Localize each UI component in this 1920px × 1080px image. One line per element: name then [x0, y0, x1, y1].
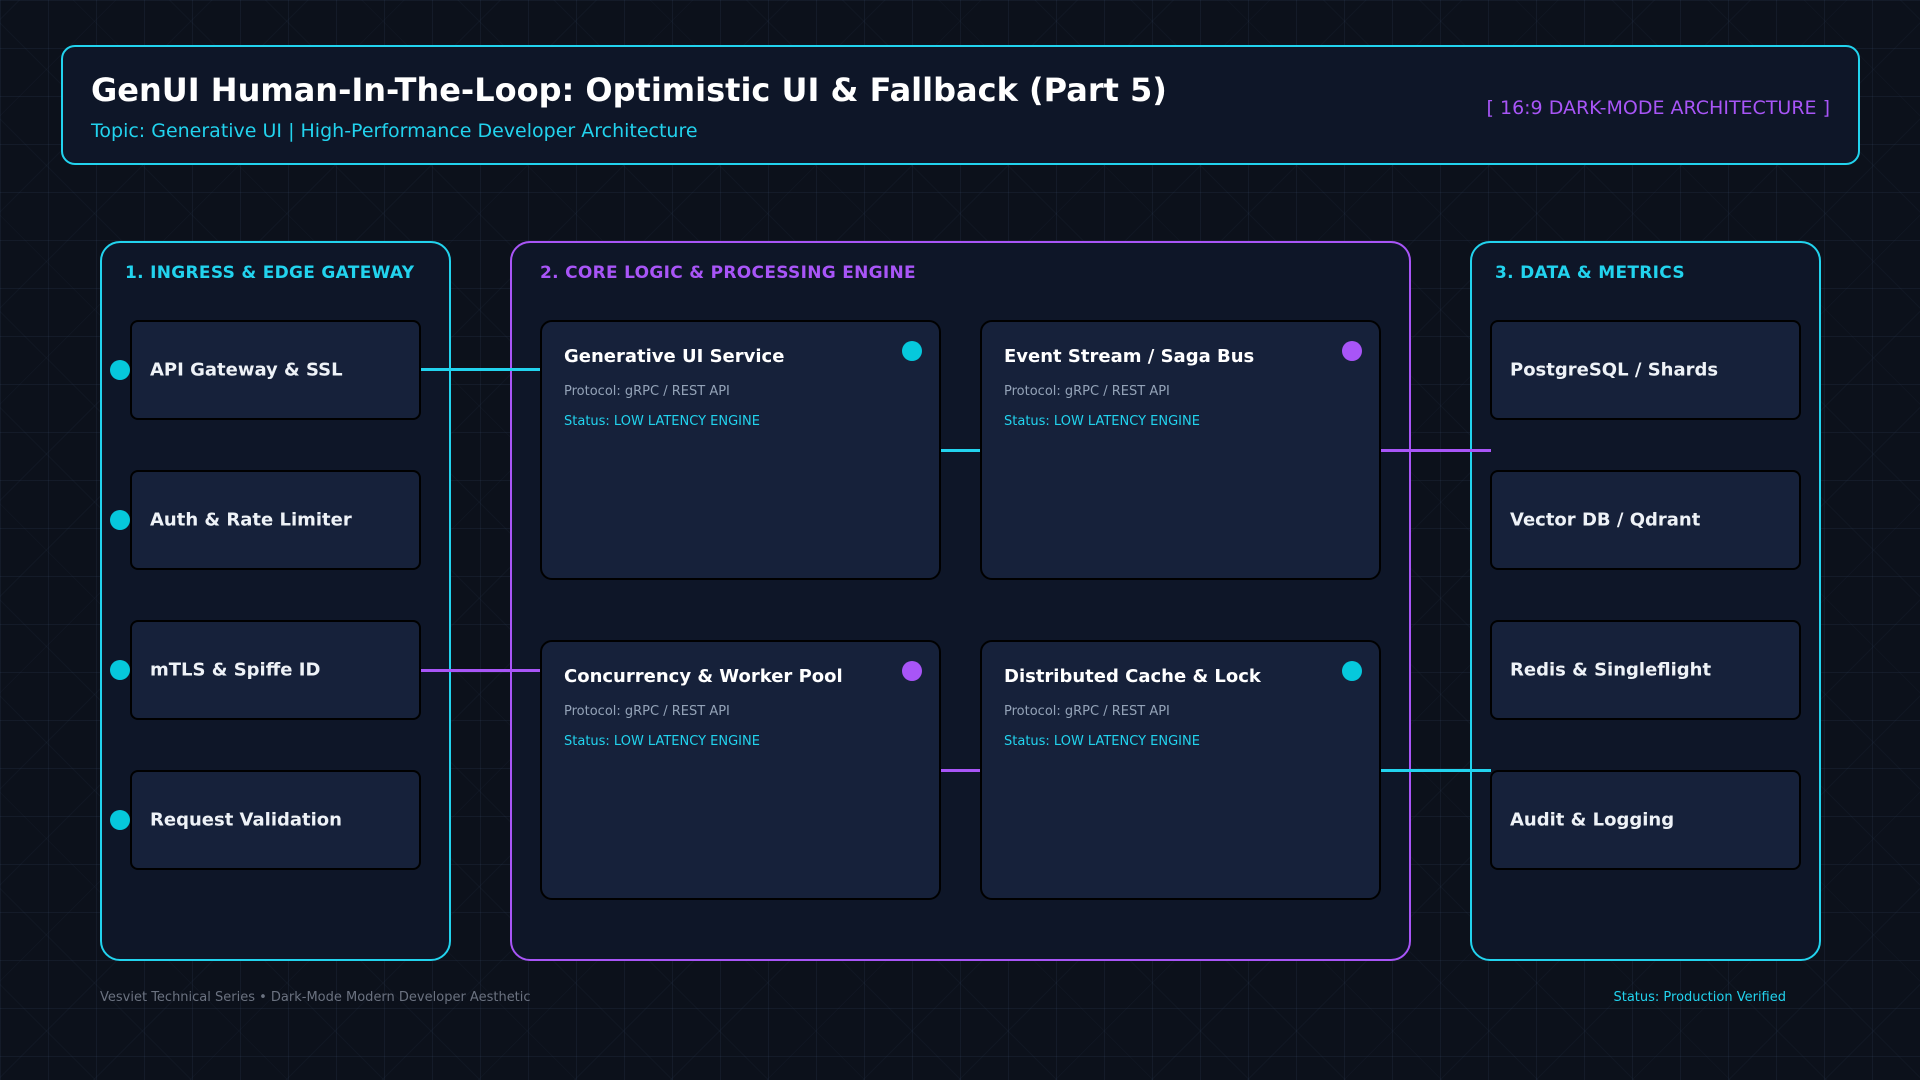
- panel-ingress-title: 1. INGRESS & EDGE GATEWAY: [125, 263, 415, 283]
- card-redis[interactable]: Redis & Singleflight: [1490, 620, 1801, 720]
- header-banner: GenUI Human-In-The-Loop: Optimistic UI &…: [61, 45, 1860, 165]
- connector-concurrency-to-cache: [939, 769, 982, 772]
- status-dot-icon: [1342, 341, 1362, 361]
- connector-gateway-to-genui: [420, 368, 542, 371]
- service-protocol: Protocol: gRPC / REST API: [564, 704, 730, 719]
- card-request-validation[interactable]: Request Validation: [130, 770, 421, 870]
- service-event-stream[interactable]: Event Stream / Saga Bus Protocol: gRPC /…: [980, 320, 1381, 580]
- footer-credit: Vesviet Technical Series • Dark-Mode Mod…: [100, 990, 531, 1005]
- card-audit-logging[interactable]: Audit & Logging: [1490, 770, 1801, 870]
- card-mtls-spiffe[interactable]: mTLS & Spiffe ID: [130, 620, 421, 720]
- service-status: Status: LOW LATENCY ENGINE: [564, 414, 760, 429]
- format-badge: [ 16:9 DARK-MODE ARCHITECTURE ]: [1486, 97, 1830, 119]
- panel-core-title: 2. CORE LOGIC & PROCESSING ENGINE: [540, 263, 916, 283]
- connector-mtls-to-concurrency: [420, 669, 542, 672]
- connector-eventstream-to-data: [1379, 449, 1491, 452]
- connector-genui-to-eventstream: [939, 449, 982, 452]
- service-title: Distributed Cache & Lock: [1004, 666, 1261, 687]
- footer-status: Status: Production Verified: [1613, 990, 1786, 1005]
- service-status: Status: LOW LATENCY ENGINE: [1004, 414, 1200, 429]
- panel-data-metrics-title: 3. DATA & METRICS: [1495, 263, 1685, 283]
- status-dot-icon: [110, 510, 130, 530]
- card-label: mTLS & Spiffe ID: [150, 659, 321, 681]
- card-postgresql[interactable]: PostgreSQL / Shards: [1490, 320, 1801, 420]
- service-protocol: Protocol: gRPC / REST API: [564, 384, 730, 399]
- status-dot-icon: [902, 341, 922, 361]
- card-label: API Gateway & SSL: [150, 359, 343, 381]
- diagram-canvas: GenUI Human-In-The-Loop: Optimistic UI &…: [0, 0, 1920, 1080]
- card-api-gateway[interactable]: API Gateway & SSL: [130, 320, 421, 420]
- service-status: Status: LOW LATENCY ENGINE: [1004, 734, 1200, 749]
- card-label: Redis & Singleflight: [1510, 659, 1712, 681]
- card-vector-db[interactable]: Vector DB / Qdrant: [1490, 470, 1801, 570]
- card-label: Auth & Rate Limiter: [150, 509, 352, 531]
- service-distributed-cache[interactable]: Distributed Cache & Lock Protocol: gRPC …: [980, 640, 1381, 900]
- connector-cache-to-audit: [1379, 769, 1491, 772]
- card-label: Audit & Logging: [1510, 809, 1675, 831]
- service-generative-ui[interactable]: Generative UI Service Protocol: gRPC / R…: [540, 320, 941, 580]
- service-status: Status: LOW LATENCY ENGINE: [564, 734, 760, 749]
- service-protocol: Protocol: gRPC / REST API: [1004, 384, 1170, 399]
- page-subtitle: Topic: Generative UI | High-Performance …: [91, 120, 698, 142]
- card-label: PostgreSQL / Shards: [1510, 359, 1719, 381]
- service-title: Event Stream / Saga Bus: [1004, 346, 1255, 367]
- status-dot-icon: [110, 810, 130, 830]
- service-protocol: Protocol: gRPC / REST API: [1004, 704, 1170, 719]
- status-dot-icon: [110, 360, 130, 380]
- service-title: Generative UI Service: [564, 346, 785, 367]
- card-auth-rate-limiter[interactable]: Auth & Rate Limiter: [130, 470, 421, 570]
- status-dot-icon: [1342, 661, 1362, 681]
- service-concurrency-worker-pool[interactable]: Concurrency & Worker Pool Protocol: gRPC…: [540, 640, 941, 900]
- card-label: Vector DB / Qdrant: [1510, 509, 1701, 531]
- status-dot-icon: [110, 660, 130, 680]
- service-title: Concurrency & Worker Pool: [564, 666, 843, 687]
- card-label: Request Validation: [150, 809, 342, 831]
- page-title: GenUI Human-In-The-Loop: Optimistic UI &…: [91, 71, 1167, 109]
- status-dot-icon: [902, 661, 922, 681]
